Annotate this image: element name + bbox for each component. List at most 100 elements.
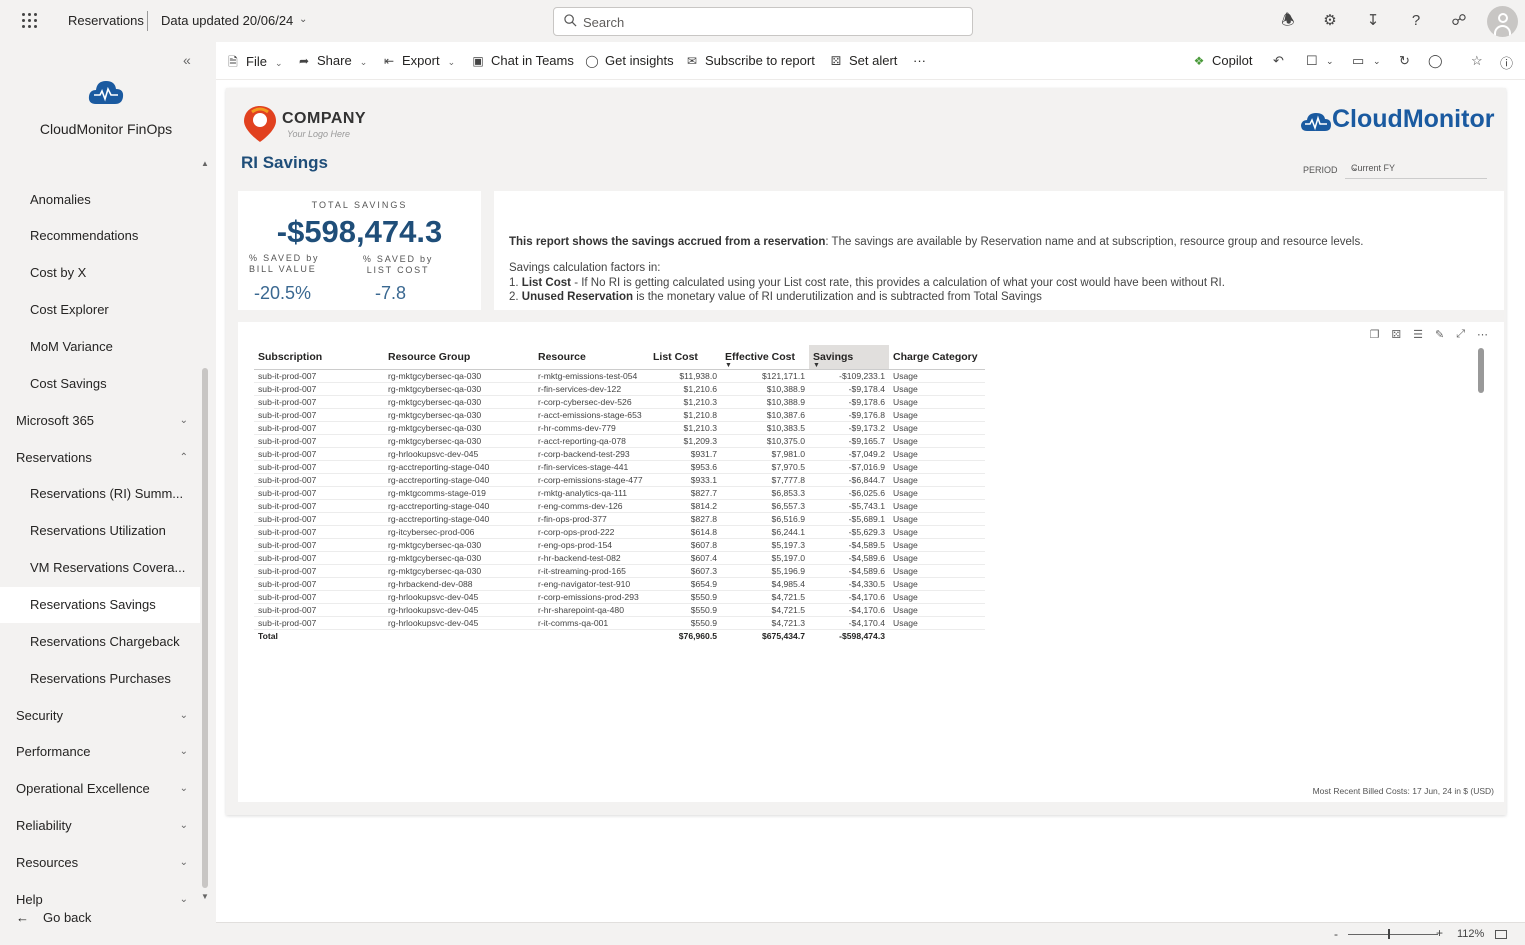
period-dropdown[interactable]: Current FY ⌄ bbox=[1345, 158, 1487, 179]
table-row[interactable]: sub-it-prod-007 rg-acctreporting-stage-04… bbox=[254, 499, 985, 513]
zoom-in-button[interactable]: + bbox=[1436, 926, 1443, 940]
app-launcher-icon[interactable] bbox=[22, 13, 38, 29]
zoom-level: 112% bbox=[1457, 928, 1485, 940]
table-cell: sub-it-prod-007 bbox=[254, 434, 384, 448]
chat-in-teams-button[interactable]: ▣ Chat in Teams bbox=[471, 53, 574, 68]
column-header[interactable]: Effective Cost ▼ bbox=[721, 345, 809, 370]
zoom-out-button[interactable]: - bbox=[1334, 927, 1338, 941]
favorite-icon[interactable]: ☆ bbox=[1471, 53, 1483, 69]
sidebar-item[interactable]: Performance ⌄ bbox=[0, 734, 200, 770]
bell-icon[interactable]: 🕭 bbox=[1279, 12, 1297, 30]
download-icon[interactable]: ↧ bbox=[1364, 12, 1382, 30]
table-cell: $10,375.0 bbox=[721, 434, 809, 448]
view-icon[interactable]: ▭ bbox=[1352, 53, 1364, 69]
zoom-slider[interactable] bbox=[1348, 934, 1438, 935]
scroll-up-icon[interactable]: ▲ bbox=[201, 159, 209, 168]
table-row[interactable]: sub-it-prod-007 rg-mktgcybersec-qa-030 r-e… bbox=[254, 538, 985, 552]
sidebar-item[interactable]: Cost by X bbox=[0, 255, 200, 291]
sidebar-scrollbar[interactable] bbox=[202, 368, 208, 888]
refresh-icon[interactable]: ↻ bbox=[1399, 53, 1410, 69]
undo-icon[interactable]: ↶ bbox=[1273, 53, 1284, 69]
sidebar-item[interactable]: Microsoft 365 ⌄ bbox=[0, 403, 200, 439]
avatar[interactable] bbox=[1487, 6, 1518, 37]
workspace-title[interactable]: Reservations bbox=[68, 13, 144, 28]
chevron-down-icon[interactable]: ⌄ bbox=[1326, 56, 1334, 67]
table-row[interactable]: sub-it-prod-007 rg-mktgcybersec-qa-030 r-f… bbox=[254, 382, 985, 396]
set-alert-button[interactable]: ⚄ Set alert bbox=[829, 53, 898, 68]
copilot-button[interactable]: ❖ Copilot bbox=[1192, 53, 1253, 68]
table-row[interactable]: sub-it-prod-007 rg-mktgcybersec-qa-030 r-i… bbox=[254, 564, 985, 578]
sidebar-item[interactable]: Operational Excellence ⌄ bbox=[0, 771, 200, 807]
info-icon[interactable]: ⓘ bbox=[1500, 53, 1513, 72]
gear-icon[interactable]: ⚙ bbox=[1321, 12, 1339, 30]
table-row[interactable]: sub-it-prod-007 rg-acctreporting-stage-04… bbox=[254, 473, 985, 487]
column-header[interactable]: List Cost bbox=[649, 345, 721, 370]
bookmark-icon[interactable]: ☐ bbox=[1306, 53, 1318, 69]
column-header[interactable]: Savings ▼ bbox=[809, 345, 889, 370]
sidebar-item[interactable]: Reservations Savings bbox=[0, 587, 200, 623]
share-people-icon[interactable]: ☍ bbox=[1450, 12, 1468, 30]
sidebar-item[interactable]: MoM Variance bbox=[0, 329, 200, 365]
zoom-slider-thumb[interactable] bbox=[1388, 929, 1390, 939]
sidebar-item[interactable]: Reliability ⌄ bbox=[0, 808, 200, 844]
table-row[interactable]: sub-it-prod-007 rg-itcybersec-prod-006 r-c… bbox=[254, 525, 985, 539]
sidebar-item[interactable]: Resources ⌄ bbox=[0, 845, 200, 881]
sidebar-item[interactable]: Reservations (RI) Summ... bbox=[0, 476, 200, 512]
column-header[interactable]: Subscription bbox=[254, 345, 384, 370]
sidebar-item[interactable]: Cost Savings bbox=[0, 366, 200, 402]
file-menu[interactable]: 🗎 File ⌄ bbox=[226, 53, 282, 74]
more-options-icon[interactable]: ⋯ bbox=[1477, 328, 1488, 341]
comment-icon[interactable]: ◯ bbox=[1428, 53, 1443, 69]
filter-icon[interactable]: ☰ bbox=[1413, 328, 1423, 341]
table-row[interactable]: sub-it-prod-007 rg-hrlookupsvc-dev-045 r-c… bbox=[254, 590, 985, 604]
subscribe-button[interactable]: ✉ Subscribe to report bbox=[685, 53, 815, 68]
chevron-down-icon[interactable]: ⌄ bbox=[299, 14, 307, 25]
data-updated-label[interactable]: Data updated 20/06/24 bbox=[161, 13, 293, 28]
table-row[interactable]: sub-it-prod-007 rg-mktgcybersec-qa-030 r-m… bbox=[254, 369, 985, 383]
go-back-link[interactable]: ← Go back bbox=[16, 910, 91, 925]
table-row[interactable]: sub-it-prod-007 rg-mktgcybersec-qa-030 r-h… bbox=[254, 421, 985, 435]
drill-icon[interactable]: ✎ bbox=[1435, 328, 1444, 341]
scroll-down-icon[interactable]: ▼ bbox=[201, 892, 209, 901]
table-row[interactable]: sub-it-prod-007 rg-mktgcybersec-qa-030 r-c… bbox=[254, 395, 985, 409]
table-row[interactable]: sub-it-prod-007 rg-hrbackend-dev-088 r-eng… bbox=[254, 577, 985, 591]
column-header[interactable]: Resource Group bbox=[384, 345, 534, 370]
sidebar-item[interactable]: Reservations ⌃ bbox=[0, 440, 200, 476]
sidebar-item[interactable]: Reservations Chargeback bbox=[0, 624, 200, 660]
table-row[interactable]: sub-it-prod-007 rg-hrlookupsvc-dev-045 r-i… bbox=[254, 616, 985, 630]
get-insights-button[interactable]: ◯ Get insights bbox=[585, 53, 673, 68]
search-input[interactable]: Search bbox=[553, 7, 973, 36]
table-row[interactable]: sub-it-prod-007 rg-acctreporting-stage-04… bbox=[254, 512, 985, 526]
sidebar-item[interactable]: Reservations Purchases bbox=[0, 661, 200, 697]
table-cell: $10,387.6 bbox=[721, 408, 809, 422]
more-options-button[interactable]: ··· bbox=[913, 53, 926, 68]
savings-table: Subscription Resource Group Resource List C… bbox=[254, 345, 985, 642]
focus-mode-icon[interactable]: ⤢ bbox=[1456, 328, 1465, 341]
column-header[interactable]: Charge Category bbox=[889, 345, 985, 370]
share-menu[interactable]: ➦ Share ⌄ bbox=[297, 53, 367, 68]
export-menu[interactable]: ⇤ Export ⌄ bbox=[382, 53, 455, 68]
table-row[interactable]: sub-it-prod-007 rg-hrlookupsvc-dev-045 r-c… bbox=[254, 447, 985, 461]
column-header[interactable]: Resource bbox=[534, 345, 649, 370]
table-row[interactable]: sub-it-prod-007 rg-mktgcomms-stage-019 r-m… bbox=[254, 486, 985, 500]
chevron-down-icon[interactable]: ⌄ bbox=[1373, 56, 1381, 67]
table-row[interactable]: sub-it-prod-007 rg-acctreporting-stage-04… bbox=[254, 460, 985, 474]
table-row[interactable]: sub-it-prod-007 rg-mktgcybersec-qa-030 r-a… bbox=[254, 408, 985, 422]
help-icon[interactable]: ? bbox=[1407, 12, 1425, 30]
copy-icon[interactable]: ❐ bbox=[1370, 328, 1380, 341]
table-row[interactable]: sub-it-prod-007 rg-hrlookupsvc-dev-045 r-h… bbox=[254, 603, 985, 617]
table-row[interactable]: sub-it-prod-007 rg-mktgcybersec-qa-030 r-a… bbox=[254, 434, 985, 448]
share-icon: ➦ bbox=[298, 54, 310, 68]
table-row[interactable]: sub-it-prod-007 rg-mktgcybersec-qa-030 r-h… bbox=[254, 551, 985, 565]
sidebar-item[interactable]: Recommendations bbox=[0, 218, 200, 254]
sidebar-item[interactable]: Security ⌄ bbox=[0, 698, 200, 734]
collapse-sidebar-icon[interactable]: « bbox=[183, 52, 191, 68]
fit-to-page-icon[interactable] bbox=[1495, 930, 1507, 939]
table-scrollbar[interactable] bbox=[1478, 348, 1484, 393]
table-cell: r-corp-ops-prod-222 bbox=[534, 525, 649, 539]
sidebar-item[interactable]: Reservations Utilization bbox=[0, 513, 200, 549]
sidebar-item[interactable]: Anomalies bbox=[0, 182, 200, 218]
alert-icon[interactable]: ⚄ bbox=[1392, 328, 1402, 341]
sidebar-item[interactable]: VM Reservations Covera... bbox=[0, 550, 200, 586]
sidebar-item[interactable]: Cost Explorer bbox=[0, 292, 200, 328]
